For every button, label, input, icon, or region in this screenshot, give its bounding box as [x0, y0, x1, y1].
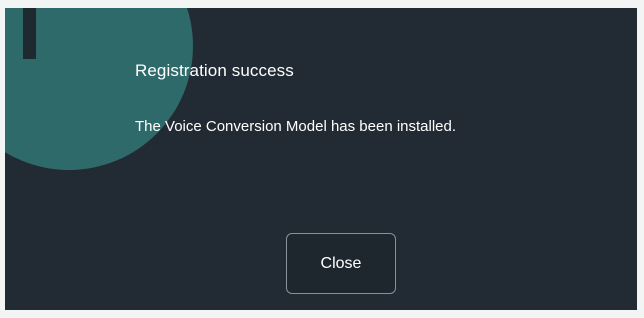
- info-icon-bar: [23, 8, 36, 59]
- registration-dialog: Registration success The Voice Conversio…: [5, 8, 637, 310]
- info-icon: [5, 8, 193, 170]
- dialog-title: Registration success: [135, 61, 294, 80]
- close-button[interactable]: Close: [286, 233, 396, 294]
- dialog-message: The Voice Conversion Model has been inst…: [135, 118, 457, 135]
